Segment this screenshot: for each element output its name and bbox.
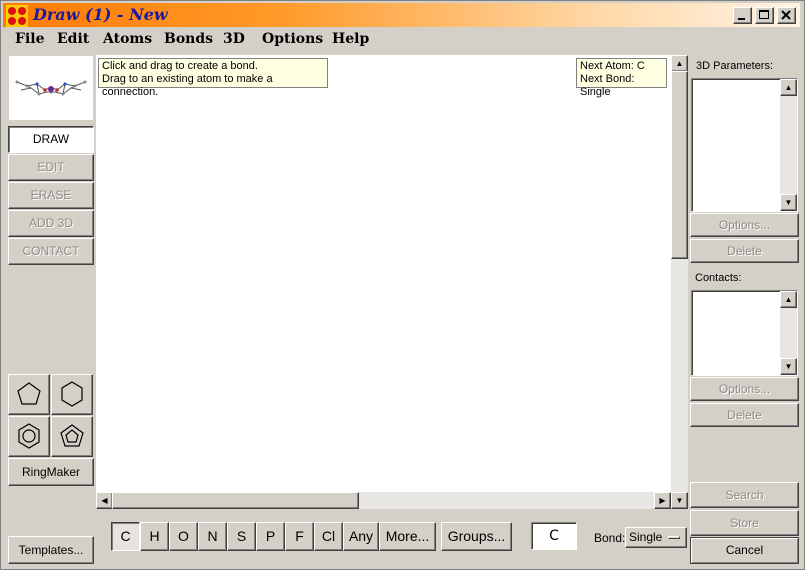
menu-atoms[interactable]: Atoms — [103, 31, 152, 47]
arrow-down-icon: ▼ — [784, 362, 793, 371]
menu-3d[interactable]: 3D — [223, 31, 245, 47]
cyclopentadienyl-ring-button[interactable] — [51, 416, 93, 457]
hint-line-1: Click and drag to create a bond. — [102, 60, 258, 72]
more-elements-button[interactable]: More... — [379, 522, 436, 551]
contacts-label: Contacts: — [695, 272, 742, 284]
current-atom-field[interactable]: C — [531, 522, 577, 550]
cancel-button[interactable]: Cancel — [690, 537, 799, 564]
contact-mode-button[interactable]: CONTACT — [8, 238, 94, 265]
arrow-left-icon: ◀ — [101, 496, 108, 505]
maximize-icon — [759, 10, 769, 19]
scroll-right-button[interactable]: ▶ — [654, 492, 671, 509]
menu-bar: File Edit Atoms Bonds 3D Options Help — [3, 29, 800, 51]
arrow-down-icon: ▼ — [784, 198, 793, 207]
hint-tooltip: Click and drag to create a bond. Drag to… — [98, 58, 328, 98]
element-cl-button[interactable]: Cl — [314, 522, 343, 551]
ringmaker-button[interactable]: RingMaker — [8, 458, 94, 486]
element-f-button[interactable]: F — [285, 522, 314, 551]
structure-preview-image — [9, 56, 93, 120]
contacts-delete-button[interactable]: Delete — [690, 403, 799, 427]
params-delete-button[interactable]: Delete — [690, 239, 799, 263]
maximize-button[interactable] — [755, 7, 774, 24]
next-bond-label: Next Bond: Single — [580, 73, 635, 98]
scroll-left-button[interactable]: ◀ — [96, 492, 113, 509]
close-icon — [781, 10, 791, 20]
bond-type-label: Bond: — [594, 531, 626, 545]
hint-line-2: Drag to an existing atom to make a conne… — [102, 73, 273, 98]
params-options-button[interactable]: Options... — [690, 213, 799, 237]
scroll-up-button[interactable]: ▲ — [671, 55, 688, 72]
contacts-scroll-up-button[interactable]: ▲ — [780, 291, 797, 308]
pentagon-ring-button[interactable] — [8, 374, 50, 415]
drawing-canvas[interactable] — [96, 55, 671, 492]
arrow-right-icon: ▶ — [659, 496, 666, 505]
erase-mode-button[interactable]: ERASE — [8, 182, 94, 209]
minimize-button[interactable] — [733, 7, 752, 24]
arrow-down-icon: ▼ — [675, 496, 684, 505]
element-any-button[interactable]: Any — [343, 522, 379, 551]
3d-parameters-label: 3D Parameters: — [696, 60, 774, 72]
dropdown-grip-icon — [668, 536, 680, 539]
cyclopentadienyl-icon — [60, 424, 84, 447]
app-icon[interactable] — [6, 5, 28, 27]
arrow-up-icon: ▲ — [675, 59, 684, 68]
menu-file[interactable]: File — [15, 31, 44, 47]
params-scroll-down-button[interactable]: ▼ — [780, 194, 797, 211]
horizontal-scroll-thumb[interactable] — [112, 492, 359, 509]
menu-bonds[interactable]: Bonds — [164, 31, 213, 47]
hexagon-ring-button[interactable] — [51, 374, 93, 415]
edit-mode-button[interactable]: EDIT — [8, 154, 94, 181]
window-title: Draw (1) - New — [33, 5, 168, 24]
arrow-up-icon: ▲ — [784, 295, 793, 304]
arrow-up-icon: ▲ — [784, 83, 793, 92]
bond-type-value: Single — [629, 530, 663, 544]
templates-button[interactable]: Templates... — [8, 536, 94, 564]
pentagon-icon — [17, 382, 41, 405]
vertical-scroll-thumb[interactable] — [671, 71, 688, 259]
menu-options[interactable]: Options — [262, 31, 323, 47]
element-c-button[interactable]: C — [111, 522, 140, 551]
contacts-scroll-down-button[interactable]: ▼ — [780, 358, 797, 375]
menu-help[interactable]: Help — [332, 31, 369, 47]
element-o-button[interactable]: O — [169, 522, 198, 551]
minimize-icon — [738, 18, 745, 20]
params-scroll-up-button[interactable]: ▲ — [780, 79, 797, 96]
hexagon-icon — [61, 381, 83, 407]
bond-type-select[interactable]: Single — [625, 527, 687, 548]
element-s-button[interactable]: S — [227, 522, 256, 551]
next-atom-bond-info: Next Atom: C Next Bond: Single — [576, 58, 667, 98]
add-3d-mode-button[interactable]: ADD 3D — [8, 210, 94, 237]
draw-mode-button[interactable]: DRAW — [8, 126, 94, 153]
benzene-icon — [18, 423, 40, 449]
contacts-options-button[interactable]: Options... — [690, 377, 799, 401]
element-p-button[interactable]: P — [256, 522, 285, 551]
next-atom-label: Next Atom: C — [580, 60, 645, 72]
store-button[interactable]: Store — [690, 510, 799, 536]
params-list-scrollbar[interactable] — [780, 79, 797, 211]
element-n-button[interactable]: N — [198, 522, 227, 551]
search-button[interactable]: Search — [690, 482, 799, 508]
benzene-ring-button[interactable] — [8, 416, 50, 457]
scroll-down-button[interactable]: ▼ — [671, 492, 688, 509]
groups-button[interactable]: Groups... — [441, 522, 512, 551]
element-h-button[interactable]: H — [140, 522, 169, 551]
menu-edit[interactable]: Edit — [57, 31, 89, 47]
close-button[interactable] — [777, 7, 796, 24]
